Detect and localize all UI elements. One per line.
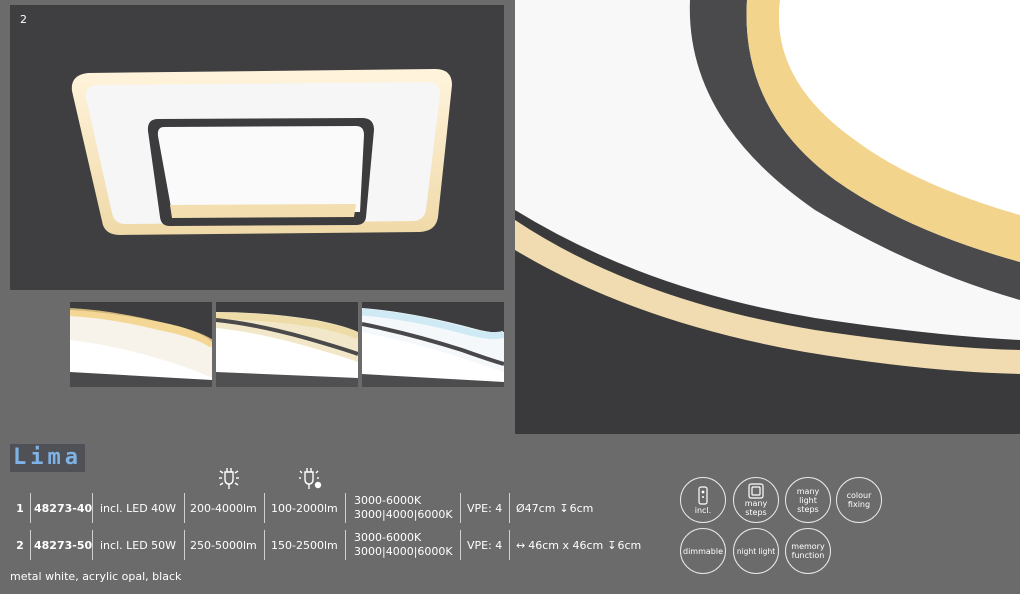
row-index: 2	[10, 530, 31, 560]
vpe: VPE: 4	[467, 493, 510, 523]
many-steps-badge: many steps	[733, 477, 779, 523]
width-length: 46cm x 46cm	[528, 538, 604, 552]
color-temp-steps: 3000|4000|6000K	[354, 545, 453, 558]
lamp-spec: incl. LED 50W	[100, 530, 185, 560]
zoom-detail-photo	[515, 0, 1020, 434]
materials-text: metal white, acrylic opal, black	[10, 570, 182, 583]
lumen-full: 250-5000lm	[190, 530, 265, 560]
photo-number: 2	[20, 13, 27, 26]
diameter: Ø47cm	[516, 501, 556, 515]
cool-light-thumbnail	[362, 302, 504, 387]
height-arrow-icon: ↧	[559, 501, 569, 515]
colour-fixing-badge: colour fixing	[836, 477, 882, 523]
warm-light-thumbnail	[70, 302, 212, 387]
article-number: 48273-40	[34, 493, 93, 523]
dimensions: Ø47cm ↧ 6cm	[516, 493, 646, 523]
color-temp-steps: 3000|4000|6000K	[354, 508, 453, 521]
width-arrow-icon: ↔	[516, 538, 526, 552]
dimmable-badge: dimmable	[680, 528, 726, 574]
night-light-label: night light	[736, 546, 776, 556]
light-steps-label: many light steps	[796, 486, 820, 514]
height: 6cm	[569, 501, 594, 515]
lumen-night: 100-2000lm	[271, 493, 346, 523]
bright-bulb-icon	[219, 468, 239, 489]
height-arrow-icon: ↧	[607, 538, 617, 552]
lamp-edge-closeup	[515, 0, 1020, 434]
row-index: 1	[10, 493, 31, 523]
color-temperature: 3000-6000K 3000|4000|6000K	[354, 493, 461, 523]
remote-control-icon	[698, 485, 708, 505]
dimensions: ↔ 46cm x 46cm ↧ 6cm	[516, 530, 661, 560]
product-name: Lima	[10, 444, 85, 472]
main-product-photo: 2	[10, 5, 504, 290]
color-temp-range: 3000-6000K	[354, 531, 422, 544]
height: 6cm	[617, 538, 642, 552]
memory-label: memory function	[791, 542, 825, 560]
lumen-night: 150-2500lm	[271, 530, 346, 560]
steps-label: many steps	[744, 499, 768, 517]
remote-label: incl.	[694, 505, 712, 515]
many-light-steps-badge: many light steps	[785, 477, 831, 523]
square-ceiling-lamp-illustration	[71, 69, 453, 235]
color-temp-range: 3000-6000K	[354, 494, 422, 507]
square-steps-icon	[748, 483, 764, 499]
lamp-spec: incl. LED 40W	[100, 493, 185, 523]
vpe: VPE: 4	[467, 530, 510, 560]
lumen-full: 200-4000lm	[190, 493, 265, 523]
colour-fixing-label: colour fixing	[846, 491, 872, 509]
dimmable-label: dimmable	[682, 546, 723, 556]
night-light-bulb-icon	[299, 468, 322, 489]
night-light-badge: night light	[733, 528, 779, 574]
neutral-light-thumbnail	[216, 302, 358, 387]
article-number: 48273-50	[34, 530, 93, 560]
remote-control-badge: incl.	[680, 477, 726, 523]
color-temperature: 3000-6000K 3000|4000|6000K	[354, 530, 461, 560]
memory-function-badge: memory function	[785, 528, 831, 574]
